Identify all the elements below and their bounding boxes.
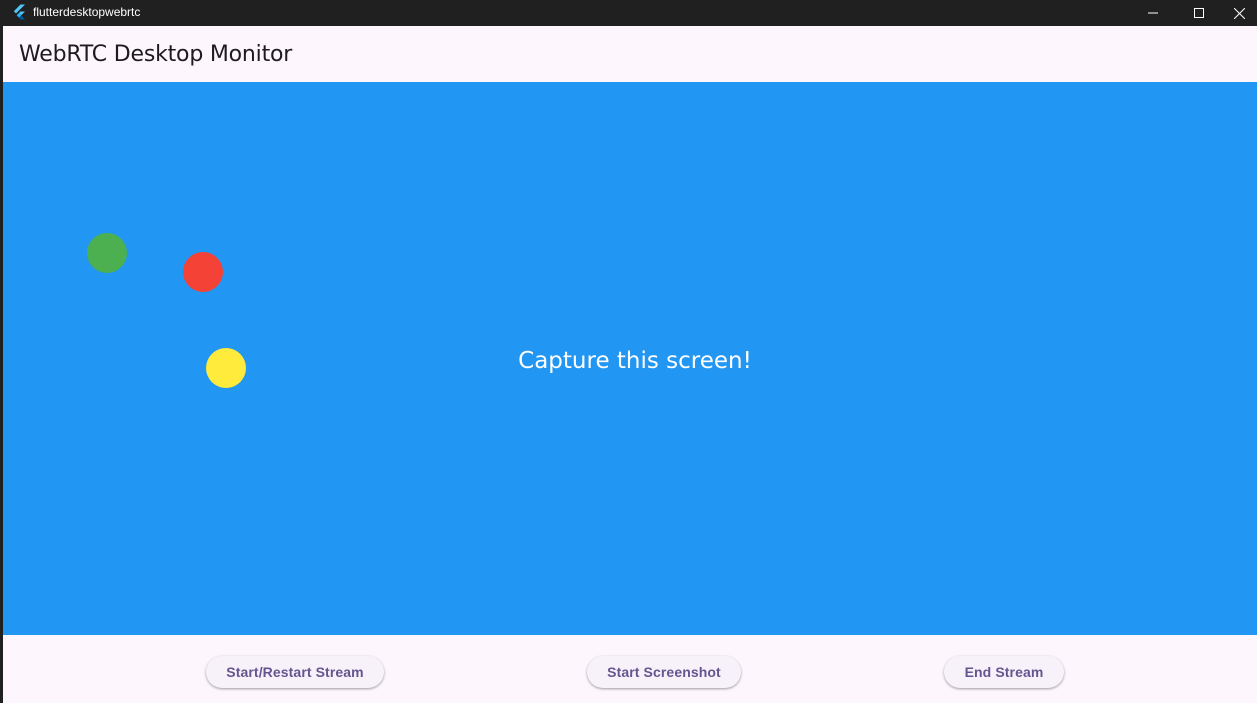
end-stream-button[interactable]: End Stream	[944, 656, 1064, 688]
minimize-button[interactable]	[1130, 0, 1176, 26]
green-dot	[87, 233, 127, 273]
window-title: flutterdesktopwebrtc	[33, 5, 141, 19]
maximize-button[interactable]	[1176, 0, 1222, 26]
close-button[interactable]	[1222, 0, 1257, 26]
capture-area: Capture this screen!	[3, 82, 1257, 635]
minimize-icon	[1148, 8, 1158, 18]
app-bar: WebRTC Desktop Monitor	[3, 26, 1257, 82]
page-title: WebRTC Desktop Monitor	[19, 42, 293, 67]
start-restart-stream-button[interactable]: Start/Restart Stream	[206, 656, 384, 688]
start-screenshot-button[interactable]: Start Screenshot	[587, 656, 741, 688]
flutter-logo-icon	[11, 4, 27, 20]
close-icon	[1234, 7, 1245, 19]
action-bar: Start/Restart Stream Start Screenshot En…	[3, 635, 1257, 703]
capture-message: Capture this screen!	[518, 348, 752, 374]
app-window: WebRTC Desktop Monitor Capture this scre…	[3, 26, 1257, 703]
maximize-icon	[1194, 8, 1204, 18]
window-title-bar[interactable]: flutterdesktopwebrtc	[0, 0, 1257, 26]
red-dot	[183, 252, 223, 292]
